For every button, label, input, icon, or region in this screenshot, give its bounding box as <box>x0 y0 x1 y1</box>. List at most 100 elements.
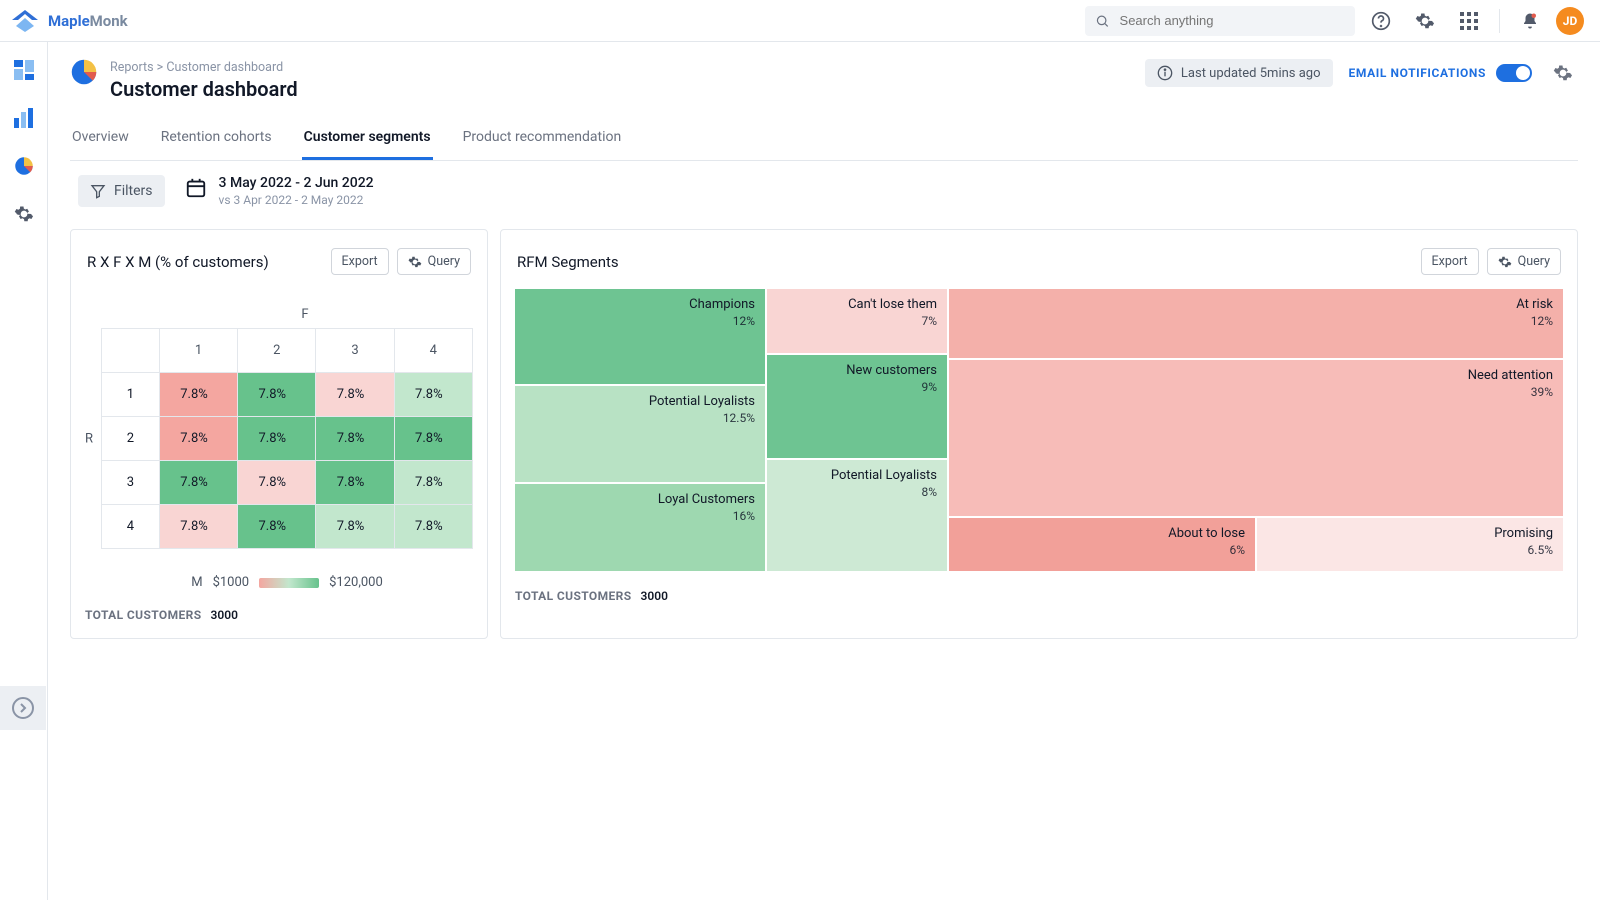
segment-value: 7% <box>921 314 937 328</box>
info-icon <box>1157 65 1173 81</box>
breadcrumb-child[interactable]: Customer dashboard <box>166 60 283 75</box>
notifications-button[interactable] <box>1512 3 1548 39</box>
grid-cell[interactable]: 7.8% <box>159 373 237 417</box>
page-title: Customer dashboard <box>110 77 298 101</box>
axis-r-label: R <box>85 431 93 446</box>
tab-retention[interactable]: Retention cohorts <box>159 119 274 160</box>
tab-overview[interactable]: Overview <box>70 119 131 160</box>
filters-label: Filters <box>114 183 153 199</box>
filters-button[interactable]: Filters <box>78 175 165 207</box>
segment-name: New customers <box>846 363 937 378</box>
segment-loyal-customers[interactable]: Loyal Customers 16% <box>515 484 765 571</box>
sidebar-item-settings[interactable] <box>12 202 36 226</box>
settings-button[interactable] <box>1407 3 1443 39</box>
top-divider <box>1499 9 1500 33</box>
bar-chart-icon <box>14 108 34 128</box>
grid-cell[interactable]: 7.8% <box>159 417 237 461</box>
grid-cell[interactable]: 7.8% <box>316 417 394 461</box>
tab-product-recommendation[interactable]: Product recommendation <box>461 119 624 160</box>
grid-cell[interactable]: 7.8% <box>238 461 316 505</box>
date-range[interactable]: 3 May 2022 - 2 Jun 2022 vs 3 Apr 2022 - … <box>219 175 374 207</box>
segment-cant-lose[interactable]: Can't lose them 7% <box>767 289 947 353</box>
grid-cell[interactable]: 7.8% <box>394 417 472 461</box>
avatar[interactable]: JD <box>1556 7 1584 35</box>
sidebar-item-pie[interactable] <box>12 154 36 178</box>
email-notifications-toggle[interactable] <box>1496 64 1532 82</box>
date-range-primary: 3 May 2022 - 2 Jun 2022 <box>219 175 374 191</box>
calendar-icon[interactable] <box>185 177 207 199</box>
segment-name: Need attention <box>1468 368 1553 383</box>
grid-cell[interactable]: 7.8% <box>238 505 316 549</box>
gear-icon <box>14 204 34 224</box>
sidebar-expand-button[interactable] <box>0 686 46 730</box>
bell-icon <box>1521 11 1539 31</box>
total-customers: TOTAL CUSTOMERS 3000 <box>515 589 1563 603</box>
tab-customer-segments[interactable]: Customer segments <box>302 119 433 160</box>
segment-name: Loyal Customers <box>658 492 755 507</box>
segment-value: 6.5% <box>1528 543 1553 557</box>
dashboard-icon <box>14 60 34 80</box>
grid-cell[interactable]: 7.8% <box>316 461 394 505</box>
card-title: RFM Segments <box>517 253 619 271</box>
row-header: 2 <box>102 417 160 461</box>
search-input[interactable] <box>1118 12 1345 29</box>
row-header: 1 <box>102 373 160 417</box>
segment-need-attention[interactable]: Need attention 39% <box>949 360 1563 517</box>
query-button[interactable]: Query <box>1487 248 1561 275</box>
grid-cell[interactable]: 7.8% <box>159 505 237 549</box>
segment-about-to-lose[interactable]: About to lose 6% <box>949 518 1255 571</box>
segment-potential-loyalists[interactable]: Potential Loyalists 12.5% <box>515 386 765 481</box>
apps-button[interactable] <box>1451 3 1487 39</box>
export-button[interactable]: Export <box>331 248 389 275</box>
segment-at-risk[interactable]: At risk 12% <box>949 289 1563 358</box>
brand-name: MapleMonk <box>48 12 128 30</box>
segment-potential-loyalists-2[interactable]: Potential Loyalists 8% <box>767 460 947 571</box>
col-header: 2 <box>238 329 316 373</box>
logo-icon <box>10 10 40 32</box>
apps-icon <box>1460 12 1478 30</box>
sidebar-item-bars[interactable] <box>12 106 36 130</box>
query-button[interactable]: Query <box>397 248 471 275</box>
grid-cell[interactable]: 7.8% <box>316 373 394 417</box>
legend-min: $1000 <box>213 575 250 590</box>
gear-icon <box>1415 11 1435 31</box>
last-updated-text: Last updated 5mins ago <box>1181 66 1321 81</box>
grid-cell[interactable]: 7.8% <box>316 505 394 549</box>
segment-promising[interactable]: Promising 6.5% <box>1257 518 1563 571</box>
segment-value: 12% <box>1531 314 1553 328</box>
help-icon <box>1371 11 1391 31</box>
rfm-segments-card: RFM Segments Export Query Champions <box>500 229 1578 639</box>
brand[interactable]: MapleMonk <box>10 10 128 32</box>
grid-cell[interactable]: 7.8% <box>159 461 237 505</box>
export-button[interactable]: Export <box>1421 248 1479 275</box>
page-settings-button[interactable] <box>1548 58 1578 88</box>
segment-name: Potential Loyalists <box>831 468 937 483</box>
segment-new-customers[interactable]: New customers 9% <box>767 355 947 458</box>
breadcrumb[interactable]: Reports > Customer dashboard <box>110 60 298 75</box>
grid-cell[interactable]: 7.8% <box>238 417 316 461</box>
segment-value: 9% <box>921 380 937 394</box>
grid-cell[interactable]: 7.8% <box>394 461 472 505</box>
last-updated: Last updated 5mins ago <box>1145 59 1333 87</box>
grid-cell[interactable]: 7.8% <box>394 373 472 417</box>
segment-value: 12.5% <box>723 411 755 425</box>
grid-cell[interactable]: 7.8% <box>394 505 472 549</box>
search-box[interactable] <box>1085 6 1355 36</box>
segment-champions[interactable]: Champions 12% <box>515 289 765 384</box>
sidebar-item-dashboard[interactable] <box>12 58 36 82</box>
segment-value: 6% <box>1229 543 1245 557</box>
help-button[interactable] <box>1363 3 1399 39</box>
email-notifications: EMAIL NOTIFICATIONS <box>1349 64 1532 82</box>
page-icon <box>70 58 98 86</box>
search-icon <box>1095 13 1110 29</box>
breadcrumb-parent[interactable]: Reports <box>110 60 154 75</box>
segment-name: At risk <box>1516 297 1553 312</box>
segment-name: Promising <box>1494 526 1553 541</box>
segment-name: Potential Loyalists <box>649 394 755 409</box>
grid-cell[interactable]: 7.8% <box>238 373 316 417</box>
pie-icon <box>14 156 34 176</box>
gear-icon <box>1553 63 1573 83</box>
legend: M $1000 $120,000 <box>101 575 473 590</box>
row-header: 4 <box>102 505 160 549</box>
col-header: 4 <box>394 329 472 373</box>
